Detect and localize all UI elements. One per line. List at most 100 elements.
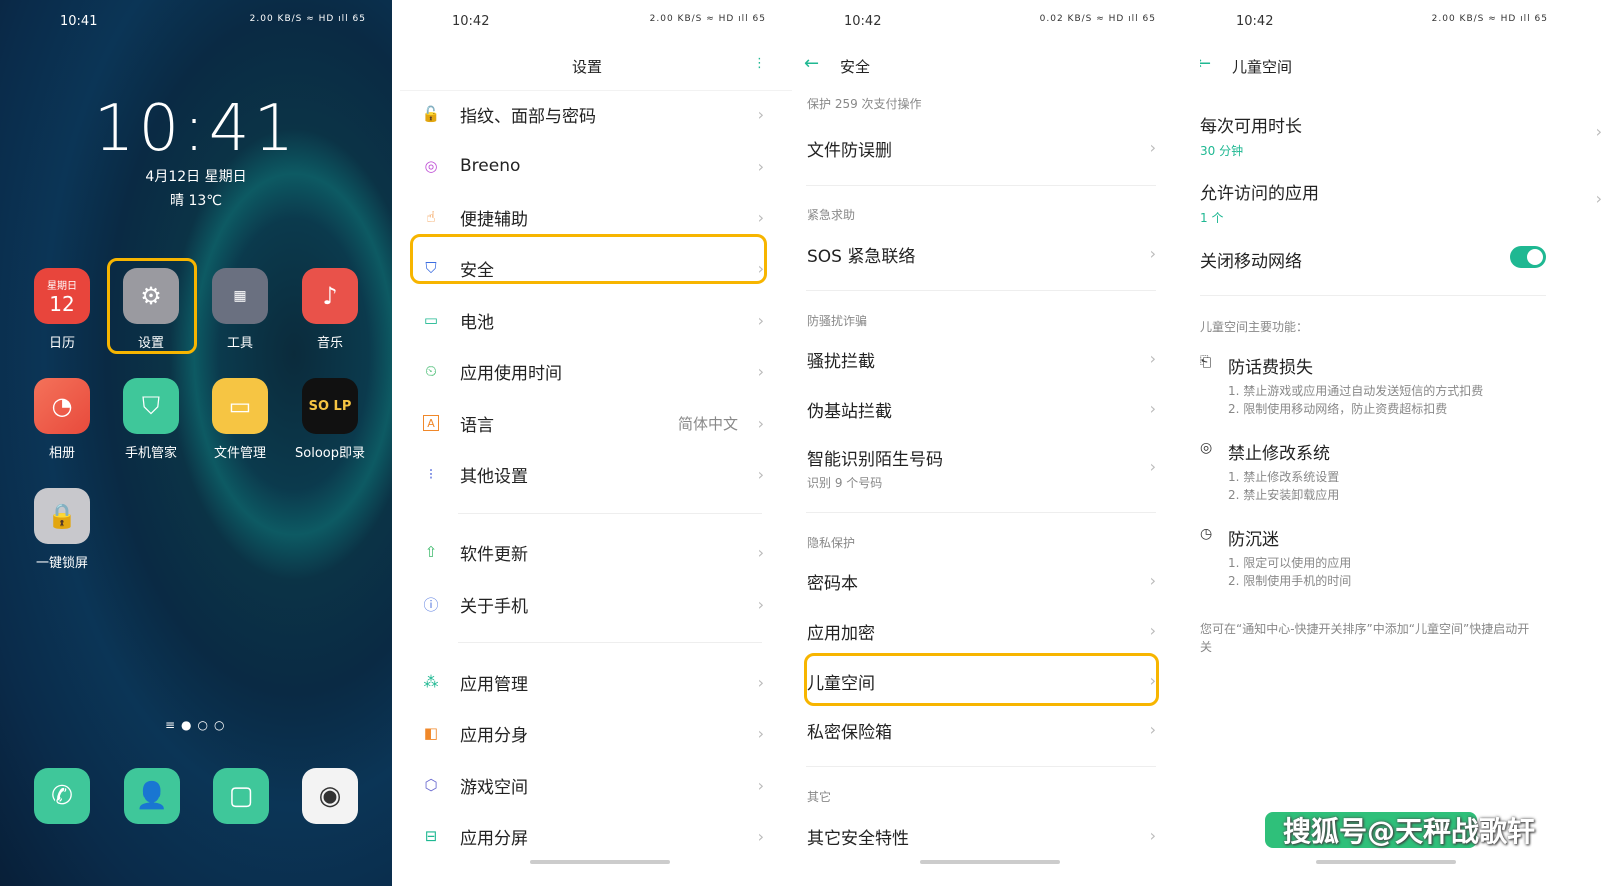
item-label: SOS 紧急联络 (807, 247, 916, 267)
security-item-sos[interactable]: SOS 紧急联络 › (807, 242, 1156, 267)
status-bar: 10:42 0.02 KB/S ≈ HD ıll 65 (800, 14, 1192, 32)
update-icon: ⇧ (424, 543, 438, 561)
item-label: 语言 (460, 415, 494, 436)
chevron-right-icon: › (757, 826, 764, 846)
chevron-right-icon: › (1149, 244, 1156, 263)
security-item-harass[interactable]: 骚扰拦截 › (807, 347, 1156, 372)
item-label: 关于手机 (460, 596, 528, 617)
settings-item-battery[interactable]: ▭ 电池 › (400, 300, 792, 340)
settings-highlight (107, 258, 197, 354)
security-header: ← 安全 (800, 53, 1192, 80)
soloop-icon: SO LP (302, 378, 358, 434)
chevron-right-icon: › (757, 361, 764, 381)
status-bar: 10:41 2.00 KB/S ≈ HD ıll 65 (0, 14, 392, 32)
category-emergency: 紧急求助 (807, 208, 856, 222)
assist-icon: ☝ (426, 208, 436, 226)
chevron-right-icon: › (1149, 138, 1156, 157)
settings-item-language[interactable]: A 语言 简体中文 › (400, 403, 792, 443)
app-tools[interactable]: ▦ 工具 (200, 268, 280, 351)
contacts-icon[interactable]: 👤 (124, 768, 180, 824)
language-icon: A (423, 415, 439, 431)
app-calendar[interactable]: 星期日 12 日历 (22, 268, 102, 351)
watermark: 搜狐号@天秤战歌轩 (1282, 815, 1535, 848)
item-value: 简体中文 (677, 414, 738, 433)
app-label: 日历 (48, 336, 75, 351)
camera-icon[interactable]: ◉ (302, 768, 358, 824)
divider (458, 642, 762, 643)
clock-icon: ◷ (1200, 526, 1213, 542)
soloop-icon-text: SO LP (308, 398, 352, 414)
settings-icon: ◎ (1200, 440, 1213, 456)
battery-icon: ▭ (423, 311, 439, 329)
settings-item-update[interactable]: ⇧ 软件更新 › (400, 532, 792, 572)
app-gallery[interactable]: ◔ 相册 (22, 378, 102, 461)
settings-item-other[interactable]: ⁝ 其他设置 › (400, 454, 792, 494)
calendar-day: 12 (49, 291, 75, 316)
chevron-right-icon: › (757, 594, 764, 614)
status-bar: 10:42 2.00 KB/S ≈ HD ıll 65 (1200, 14, 1610, 32)
app-soloop[interactable]: SO LP Soloop即录 (290, 378, 370, 461)
security-item-smart-id[interactable]: 智能识别陌生号码 识别 9 个号码 › (807, 445, 1156, 491)
security-item-app-lock[interactable]: 应用加密 › (807, 619, 1156, 644)
calendar-icon: 星期日 12 (34, 268, 90, 324)
back-arrow-icon[interactable]: ← (1200, 53, 1211, 74)
settings-item-app-clone[interactable]: ◧ 应用分身 › (400, 713, 792, 753)
shortcut-note: 您可在“通知中心-快捷开关排序”中添加“儿童空间”快捷启动开关 (1200, 622, 1530, 654)
clone-icon: ◧ (423, 724, 439, 742)
phone-icon[interactable]: ✆ (34, 768, 90, 824)
kids-allowed-apps[interactable]: 允许访问的应用 1 个 › (1200, 179, 1602, 226)
settings-item-split-screen[interactable]: ⊟ 应用分屏 › (400, 816, 792, 856)
settings-item-game-space[interactable]: ⬡ 游戏空间 › (400, 765, 792, 805)
status-icons: 2.00 KB/S ≈ HD ıll 65 (649, 14, 766, 24)
security-item-fake-station[interactable]: 伪基站拦截 › (807, 397, 1156, 422)
back-arrow-icon[interactable]: ← (804, 53, 819, 74)
app-file-manager[interactable]: ▭ 文件管理 (200, 378, 280, 461)
app-label: 工具 (226, 336, 253, 351)
item-label: 电池 (460, 312, 494, 333)
security-item-password-book[interactable]: 密码本 › (807, 569, 1156, 594)
weather-text: 晴 13℃ (170, 193, 222, 209)
app-label: 文件管理 (213, 446, 266, 461)
item-label: 智能识别陌生号码 (807, 450, 943, 470)
chevron-right-icon: › (757, 413, 764, 433)
app-phone-manager[interactable]: ⛉ 手机管家 (111, 378, 191, 461)
security-item-private-safe[interactable]: 私密保险箱 › (807, 718, 1156, 743)
settings-screen: 10:42 2.00 KB/S ≈ HD ıll 65 设置 ⋮ 🔓 指纹、面部与… (400, 0, 792, 886)
item-label: 指纹、面部与密码 (460, 106, 596, 127)
settings-item-fingerprint[interactable]: 🔓 指纹、面部与密码 › (400, 94, 792, 134)
app-label: Soloop即录 (295, 446, 365, 461)
security-item-other[interactable]: 其它安全特性 › (807, 824, 1156, 849)
network-toggle[interactable] (1510, 246, 1546, 268)
settings-item-about[interactable]: ⓘ 关于手机 › (400, 584, 792, 624)
settings-item-app-manage[interactable]: ⁂ 应用管理 › (400, 662, 792, 702)
chevron-right-icon: › (757, 156, 764, 176)
info-icon: ⓘ (423, 595, 439, 614)
settings-item-breeno[interactable]: ◎ Breeno › (400, 146, 792, 186)
status-bar: 10:42 2.00 KB/S ≈ HD ıll 65 (400, 14, 792, 32)
multitask-icon[interactable]: ▢ (213, 768, 269, 824)
more-icon[interactable]: ⋮ (753, 56, 766, 71)
feature-line: 2. 限制使用移动网络，防止资费超标扣费 (1228, 402, 1448, 416)
status-time: 10:42 (452, 14, 490, 29)
item-label: 应用分屏 (460, 828, 528, 849)
settings-item-assist[interactable]: ☝ 便捷辅助 › (400, 197, 792, 237)
settings-header: 设置 ⋮ (400, 56, 792, 80)
app-label: 音乐 (316, 336, 343, 351)
item-value: 30 分钟 (1200, 144, 1244, 158)
kid-space-highlight (804, 653, 1159, 706)
calendar-weekday: 星期日 (47, 280, 77, 292)
apps-icon: ⁂ (423, 673, 439, 691)
settings-item-screen-time[interactable]: ⏲ 应用使用时间 › (400, 351, 792, 391)
feature-title: 禁止修改系统 (1228, 444, 1330, 464)
chevron-right-icon: › (1149, 621, 1156, 640)
feature-line: 2. 限制使用手机的时间 (1228, 574, 1352, 588)
category-fraud: 防骚扰诈骗 (807, 314, 868, 328)
item-label: 骚扰拦截 (807, 352, 875, 372)
item-label: 允许访问的应用 (1200, 184, 1319, 204)
status-icons: 2.00 KB/S ≈ HD ıll 65 (249, 14, 366, 24)
app-music[interactable]: ♪ 音乐 (290, 268, 370, 351)
app-lock-screen[interactable]: 🔒 一键锁屏 (22, 488, 102, 571)
security-item-file-protect[interactable]: 文件防误删 › (807, 136, 1156, 161)
kids-time-limit[interactable]: 每次可用时长 30 分钟 › (1200, 112, 1602, 159)
chevron-right-icon: › (1149, 720, 1156, 739)
